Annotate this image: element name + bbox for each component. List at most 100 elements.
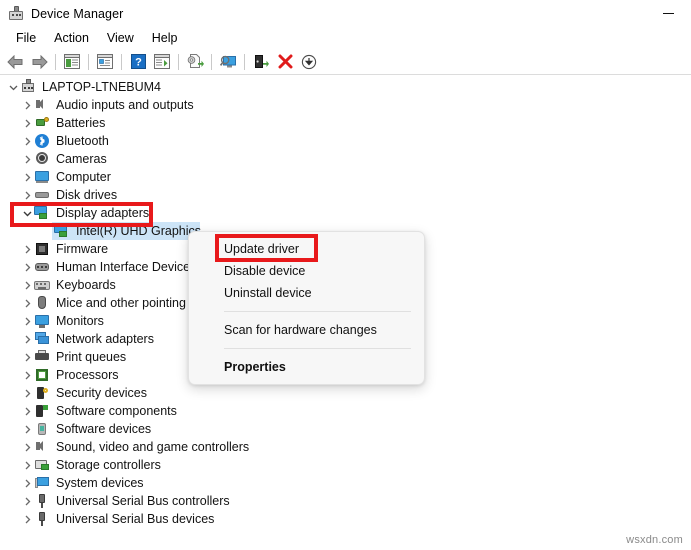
forward-button[interactable] [27,51,51,73]
mouse-icon [34,295,50,311]
show-hide-action-pane-button[interactable] [150,51,174,73]
chevron-down-icon[interactable] [6,79,20,95]
context-menu[interactable]: Update driver Disable device Uninstall d… [188,231,425,385]
chevron-right-icon[interactable] [20,133,34,149]
tree-item-label: Universal Serial Bus devices [56,511,214,527]
tree-item-label: System devices [56,475,144,491]
tree-item-label: Security devices [56,385,147,401]
chevron-right-icon[interactable] [20,241,34,257]
chevron-down-icon[interactable] [20,205,34,221]
chevron-right-icon[interactable] [20,151,34,167]
chevron-right-icon[interactable] [20,295,34,311]
chevron-right-icon[interactable] [20,403,34,419]
menu-action[interactable]: Action [45,29,98,47]
device-manager-icon [8,6,24,22]
tree-item-audio-inputs-and-outputs[interactable]: Audio inputs and outputs [0,96,691,114]
window-title: Device Manager [31,7,123,21]
show-hide-console-tree-icon [64,54,80,69]
properties-button[interactable] [93,51,117,73]
chevron-right-icon[interactable] [20,187,34,203]
tree-item-computer[interactable]: Computer [0,168,691,186]
back-button[interactable] [3,51,27,73]
tree-item-sound-video-and-game-controllers[interactable]: Sound, video and game controllers [0,438,691,456]
chevron-right-icon[interactable] [20,331,34,347]
tree-item-universal-serial-bus-devices[interactable]: Universal Serial Bus devices [0,510,691,528]
chevron-right-icon[interactable] [20,259,34,275]
uninstall-device-button[interactable] [273,51,297,73]
tree-item-label: Processors [56,367,119,383]
context-menu-separator [224,348,411,349]
chevron-right-icon[interactable] [20,367,34,383]
tree-item-display-adapters[interactable]: Display adapters [0,204,691,222]
chevron-right-icon[interactable] [20,511,34,527]
tree-item-bluetooth[interactable]: Bluetooth [0,132,691,150]
chevron-right-icon[interactable] [20,349,34,365]
menu-bar: File Action View Help [0,27,691,49]
chevron-right-icon[interactable] [20,475,34,491]
menu-help[interactable]: Help [143,29,187,47]
toolbar-separator [121,54,122,70]
window-controls [645,0,691,27]
tree-root-label: LAPTOP-LTNEBUM4 [42,79,161,95]
disable-device-icon [301,54,317,70]
tree-item-cameras[interactable]: Cameras [0,150,691,168]
chevron-right-icon[interactable] [20,421,34,437]
minimize-button[interactable] [645,0,691,27]
tree-item-storage-controllers[interactable]: Storage controllers [0,456,691,474]
context-menu-item-properties[interactable]: Properties [189,356,424,378]
tree-item-disk-drives[interactable]: Disk drives [0,186,691,204]
tree-item-label: Display adapters [56,205,149,221]
context-menu-item-uninstall-device[interactable]: Uninstall device [189,282,424,304]
tree-item-label: Keyboards [56,277,116,293]
chevron-right-icon[interactable] [20,115,34,131]
update-driver-button[interactable] [183,51,207,73]
display-adapter-icon [34,205,50,221]
forward-icon [31,55,48,69]
context-menu-item-disable-device[interactable]: Disable device [189,260,424,282]
tree-item-label: Cameras [56,151,107,167]
chevron-right-icon[interactable] [20,97,34,113]
context-menu-item-update-driver[interactable]: Update driver [189,238,424,260]
tree-item-software-devices[interactable]: Software devices [0,420,691,438]
chevron-right-icon[interactable] [20,385,34,401]
help-button[interactable]: ? [126,51,150,73]
chevron-right-icon[interactable] [20,277,34,293]
scan-for-hardware-changes-icon [220,54,237,69]
uninstall-device-icon [278,54,293,69]
properties-icon [97,54,113,69]
tree-item-batteries[interactable]: Batteries [0,114,691,132]
tree-item-label: Bluetooth [56,133,109,149]
tree-root-laptop[interactable]: LAPTOP-LTNEBUM4 [0,78,691,96]
enable-device-icon [253,54,270,69]
context-menu-item-scan-for-hardware-changes[interactable]: Scan for hardware changes [189,319,424,341]
scan-for-hardware-changes-button[interactable] [216,51,240,73]
enable-device-button[interactable] [249,51,273,73]
disable-device-button[interactable] [297,51,321,73]
tree-item-label: Firmware [56,241,108,257]
tree-item-software-components[interactable]: Software components [0,402,691,420]
computer-root-icon [20,79,36,95]
camera-icon [34,151,50,167]
chevron-right-icon[interactable] [20,439,34,455]
menu-file[interactable]: File [7,29,45,47]
tree-item-universal-serial-bus-controllers[interactable]: Universal Serial Bus controllers [0,492,691,510]
menu-view[interactable]: View [98,29,143,47]
tree-item-security-devices[interactable]: Security devices [0,384,691,402]
chevron-right-icon[interactable] [20,169,34,185]
chevron-right-icon[interactable] [20,457,34,473]
tree-item-system-devices[interactable]: System devices [0,474,691,492]
software-component-icon [34,403,50,419]
show-hide-console-tree-button[interactable] [60,51,84,73]
storage-controller-icon [34,457,50,473]
chevron-right-icon[interactable] [20,313,34,329]
tree-item-label: Network adapters [56,331,154,347]
tree-item-label: Mice and other pointing [56,295,186,311]
system-device-icon [34,475,50,491]
toolbar: ? [0,49,691,75]
toolbar-separator [55,54,56,70]
tree-item-label: Disk drives [56,187,117,203]
chevron-right-icon[interactable] [20,493,34,509]
tree-item-label: Universal Serial Bus controllers [56,493,230,509]
title-bar: Device Manager [0,0,691,27]
speaker-icon [34,97,50,113]
